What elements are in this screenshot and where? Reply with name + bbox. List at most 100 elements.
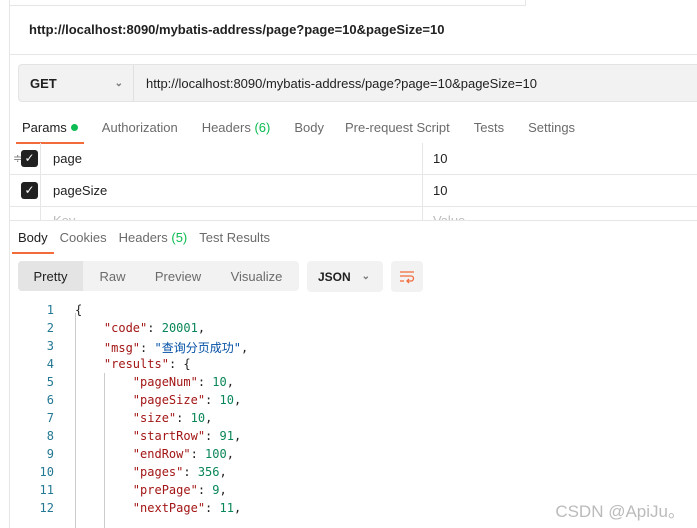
tab-label: Body (18, 230, 48, 245)
param-value[interactable]: 10 (423, 183, 447, 198)
method-select[interactable]: GET ⌄ (19, 65, 134, 101)
token: 91 (219, 429, 234, 443)
token: , (233, 501, 242, 515)
view-raw-button[interactable]: Raw (83, 261, 142, 291)
value-placeholder[interactable]: Value (423, 207, 465, 220)
line-number: 1 (46, 303, 54, 317)
token: , (226, 375, 234, 389)
line-number: 9 (46, 447, 54, 461)
param-row: ✓ pageSize 10 (10, 175, 697, 207)
request-tabs: Params Authorization Headers (6) Body Pre-re… (16, 120, 575, 144)
token: "nextPage" (132, 501, 206, 515)
chevron-down-icon: ⌄ (361, 271, 370, 282)
token: : (197, 375, 213, 389)
tab-cookies[interactable]: Cookies (60, 230, 107, 245)
param-check-cell: ✓ (10, 175, 41, 206)
top-panel (9, 0, 526, 6)
param-value[interactable]: 10 (423, 151, 447, 166)
token: : (205, 393, 220, 407)
tab-body[interactable]: Body (294, 120, 324, 135)
token: , (205, 411, 213, 425)
indent-guide (104, 373, 105, 528)
token: : (205, 501, 220, 515)
tab-count: (5) (171, 230, 188, 245)
tab-params[interactable]: Params (16, 120, 84, 144)
url-input[interactable]: http://localhost:8090/mybatis-address/pa… (134, 76, 537, 91)
param-key[interactable]: page (41, 143, 423, 174)
view-pretty-button[interactable]: Pretty (18, 261, 83, 291)
view-preview-button[interactable]: Preview (142, 261, 214, 291)
param-key[interactable]: pageSize (41, 175, 423, 206)
token: 10 (212, 375, 227, 389)
tab-settings[interactable]: Settings (528, 120, 575, 135)
tab-label: Tests (473, 120, 505, 135)
indent-guide (75, 313, 76, 528)
wrap-icon (400, 270, 415, 283)
token: , (197, 321, 206, 335)
tab-authorization[interactable]: Authorization (102, 120, 178, 135)
tab-label: Test Results (199, 230, 271, 245)
code-line: "nextPage": 11, (75, 501, 241, 515)
code-line: "size": 10, (75, 411, 213, 425)
tab-label: Body (294, 120, 324, 135)
param-row: ≑ ✓ page 10 (10, 143, 697, 175)
token: "results" (103, 357, 169, 371)
tab-label: Pre-request Script (344, 120, 450, 135)
format-dropdown[interactable]: JSON ⌄ (307, 261, 383, 292)
token: "startRow" (132, 429, 206, 443)
token: 9 (212, 483, 220, 497)
tab-label: Cookies (59, 230, 107, 245)
method-label: GET (30, 75, 57, 91)
token: : (176, 411, 191, 425)
format-label: JSON (318, 269, 351, 284)
token: "查询分页成功" (154, 341, 241, 355)
token: "prePage" (132, 483, 198, 497)
token: , (240, 341, 249, 355)
tab-headers[interactable]: Headers (5) (119, 230, 188, 245)
tab-label: Headers (201, 120, 255, 135)
tab-pre-request-script[interactable]: Pre-request Script (345, 120, 450, 135)
tab-tests[interactable]: Tests (474, 120, 504, 135)
line-number: 10 (39, 465, 54, 479)
token: 10 (219, 393, 234, 407)
request-bar: GET ⌄ http://localhost:8090/mybatis-addre… (18, 64, 697, 102)
code-line: "pageNum": 10, (75, 375, 234, 389)
token: , (219, 465, 227, 479)
code-line: { (75, 303, 82, 317)
tab-test-results[interactable]: Test Results (199, 230, 270, 245)
token: : (147, 321, 162, 335)
code-line: "code": 20001, (75, 321, 205, 335)
tab-body[interactable]: Body (12, 230, 54, 254)
token: "pageNum" (132, 375, 198, 389)
token: : (190, 447, 206, 461)
divider (10, 220, 697, 221)
token: "pageSize" (132, 393, 206, 407)
code-line: "prePage": 9, (75, 483, 227, 497)
code-line: "results": { (75, 357, 191, 371)
token: : (140, 341, 155, 355)
wrap-lines-button[interactable] (391, 261, 423, 292)
token: : (205, 429, 220, 443)
token: , (226, 447, 234, 461)
line-number: 5 (46, 375, 54, 389)
line-number: 6 (46, 393, 54, 407)
token: : (183, 465, 198, 479)
chevron-down-icon: ⌄ (114, 77, 123, 89)
line-number: 4 (46, 357, 54, 371)
params-placeholder-row[interactable]: Key Value (10, 207, 697, 220)
tab-headers[interactable]: Headers (6) (202, 120, 271, 135)
checkbox-checked-icon[interactable]: ✓ (21, 182, 38, 199)
divider (10, 54, 697, 55)
tab-label: Authorization (101, 120, 178, 135)
key-placeholder[interactable]: Key (41, 207, 423, 220)
line-number: 11 (39, 483, 54, 497)
drag-handle-icon[interactable]: ≑ (13, 152, 22, 165)
tab-label: Settings (528, 120, 576, 135)
token: "code" (103, 321, 148, 335)
view-visualize-button[interactable]: Visualize (214, 261, 299, 291)
checkbox-checked-icon[interactable]: ✓ (21, 150, 38, 167)
tab-label: Params (22, 120, 67, 135)
request-title: http://localhost:8090/mybatis-address/pa… (29, 22, 445, 37)
